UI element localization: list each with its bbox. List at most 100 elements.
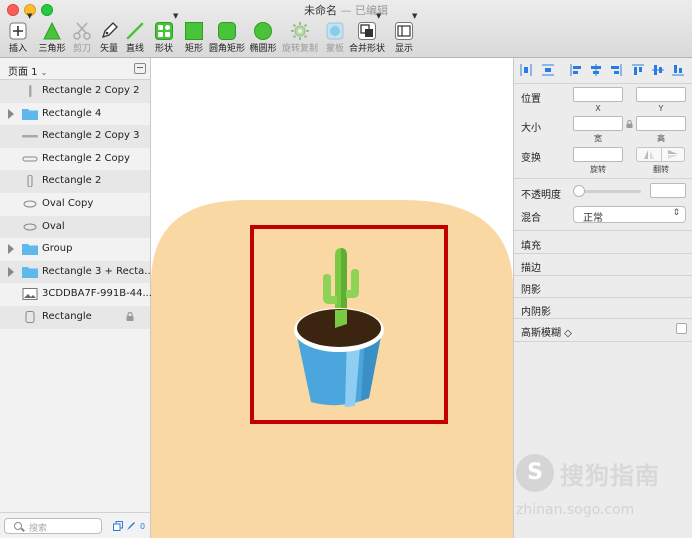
rectangle-icon <box>185 22 203 40</box>
rotate-copy-button[interactable]: 旋转复制 <box>282 19 318 57</box>
width-field[interactable] <box>573 116 623 131</box>
blur-enable-checkbox[interactable] <box>676 323 687 334</box>
shapes-dropdown-caret[interactable]: ▼ <box>173 12 178 20</box>
view-dropdown-caret[interactable]: ▼ <box>412 12 417 20</box>
window-titlebar: 未命名 — 已编辑 插入 ▼ 三角形 剪刀 矢量 直线 形状 ▼ 矩形 圆角矩形 <box>0 0 692 58</box>
filter-count-badge: 0 <box>140 522 146 531</box>
mask-icon <box>326 22 344 40</box>
triangle-tool-button[interactable]: 三角形 <box>38 19 66 57</box>
edited-status: 已编辑 <box>355 4 388 17</box>
design-canvas[interactable] <box>151 58 513 538</box>
folder-icon <box>22 266 38 278</box>
layer-rectangle-2-copy[interactable]: Rectangle 2 Copy <box>0 148 150 171</box>
layer-group[interactable]: Group <box>0 238 150 261</box>
disclosure-arrow-icon[interactable] <box>8 266 14 277</box>
rounded-rect-icon <box>25 310 35 323</box>
opacity-label: 不透明度 <box>521 190 561 201</box>
combine-shapes-button[interactable]: 合并形状 <box>349 19 385 57</box>
rectangle-tool-button[interactable]: 矩形 <box>183 19 205 57</box>
vertical-bar-icon <box>29 85 32 97</box>
layer-rectangle[interactable]: Rectangle <box>0 305 150 329</box>
layer-image[interactable]: 3CDDBA7F-991B-44... <box>0 283 152 306</box>
image-icon <box>22 288 38 301</box>
scissors-icon <box>73 22 91 40</box>
select-arrows-icon: ⇕ <box>672 208 680 218</box>
layer-rectangle-2[interactable]: Rectangle 2 <box>0 170 150 193</box>
opacity-slider-knob[interactable] <box>573 185 585 197</box>
document-name: 未命名 <box>304 4 337 17</box>
position-label: 位置 <box>521 94 541 105</box>
copy-styles-icon[interactable] <box>113 521 123 531</box>
constrain-proportions-lock-icon[interactable] <box>626 120 633 128</box>
opacity-field[interactable] <box>650 183 686 198</box>
gaussian-blur-header[interactable]: 高斯模糊 ◇ <box>521 324 572 339</box>
align-left-icon[interactable] <box>570 64 582 76</box>
sogou-watermark: S 搜狗指南 zhinan.sogo.com <box>516 448 686 528</box>
transform-label: 变换 <box>521 153 541 164</box>
distribute-vertical-icon[interactable] <box>542 64 554 76</box>
sidebar-footer: 搜索 0 <box>0 512 150 538</box>
watermark-url: zhinan.sogo.com <box>516 502 635 518</box>
view-button[interactable]: 显示 <box>393 19 415 57</box>
vertical-pill-icon <box>27 175 33 188</box>
shapes-button[interactable]: 形状 <box>153 19 175 57</box>
insert-button[interactable]: 插入 <box>6 19 30 57</box>
alignment-toolbar <box>514 58 692 84</box>
window-title: 未命名 — 已编辑 <box>304 4 388 17</box>
oval-icon <box>23 223 37 231</box>
align-right-icon[interactable] <box>610 64 622 76</box>
shadow-section-header[interactable]: 阴影 <box>521 281 541 296</box>
oval-icon <box>23 200 37 208</box>
shapes-icon <box>155 22 173 40</box>
height-field[interactable] <box>636 116 686 131</box>
rounded-rectangle-icon <box>218 22 236 40</box>
rotate-copy-icon <box>291 22 309 40</box>
canvas-artwork <box>151 199 513 538</box>
insert-dropdown-caret[interactable]: ▼ <box>27 12 32 20</box>
opacity-slider-track[interactable] <box>577 190 641 193</box>
oval-tool-button[interactable]: 椭圆形 <box>249 19 277 57</box>
layer-rectangle-2-copy-3[interactable]: Rectangle 2 Copy 3 <box>0 125 150 148</box>
sogou-logo: S <box>516 454 554 492</box>
oval-icon <box>254 22 272 40</box>
combine-shapes-icon <box>358 22 376 40</box>
folder-icon <box>22 108 38 120</box>
layer-rectangle-4[interactable]: Rectangle 4 <box>0 103 150 126</box>
flip-control[interactable] <box>636 147 685 162</box>
distribute-horizontal-icon[interactable] <box>520 64 532 76</box>
y-field[interactable] <box>636 87 686 102</box>
x-field[interactable] <box>573 87 623 102</box>
page-selector[interactable]: 页面 1 ⌄ <box>0 58 150 80</box>
inner-shadow-section-header[interactable]: 内阴影 <box>521 303 551 318</box>
flip-vertical-icon[interactable] <box>668 150 678 159</box>
line-icon <box>126 22 144 40</box>
folder-icon <box>22 244 38 256</box>
pen-brush-icon[interactable] <box>126 521 136 531</box>
align-bottom-icon[interactable] <box>672 64 684 76</box>
layer-search-input[interactable]: 搜索 <box>4 518 102 534</box>
pill-icon <box>22 156 38 162</box>
layer-rectangle-2-copy-2[interactable]: Rectangle 2 Copy 2 <box>0 80 150 103</box>
align-top-icon[interactable] <box>632 64 644 76</box>
rounded-rectangle-tool-button[interactable]: 圆角矩形 <box>209 19 245 57</box>
triangle-icon <box>43 22 61 40</box>
disclosure-arrow-icon[interactable] <box>8 244 14 255</box>
fill-section-header[interactable]: 填充 <box>521 237 541 252</box>
align-center-horizontal-icon[interactable] <box>590 64 602 76</box>
align-middle-vertical-icon[interactable] <box>652 64 664 76</box>
combine-dropdown-caret[interactable]: ▼ <box>376 12 381 20</box>
flip-horizontal-icon[interactable] <box>644 150 654 159</box>
mask-button[interactable]: 蒙板 <box>324 19 346 57</box>
layer-oval-copy[interactable]: Oval Copy <box>0 193 150 216</box>
layers-sidebar: 页面 1 ⌄ Rectangle 2 Copy 2 Rectangle 4 Re… <box>0 58 154 538</box>
disclosure-arrow-icon[interactable] <box>8 108 14 119</box>
rotate-field[interactable] <box>573 147 623 162</box>
watermark-text: 搜狗指南 <box>560 462 660 490</box>
blend-label: 混合 <box>521 213 541 224</box>
layer-rectangle-3-group[interactable]: Rectangle 3 + Recta... <box>0 260 154 284</box>
blend-mode-select[interactable]: 正常 ⇕ <box>573 206 686 224</box>
layer-oval[interactable]: Oval <box>0 215 150 239</box>
border-section-header[interactable]: 描边 <box>521 259 541 274</box>
lock-icon[interactable] <box>126 311 134 321</box>
collapse-pages-icon[interactable] <box>134 63 146 74</box>
